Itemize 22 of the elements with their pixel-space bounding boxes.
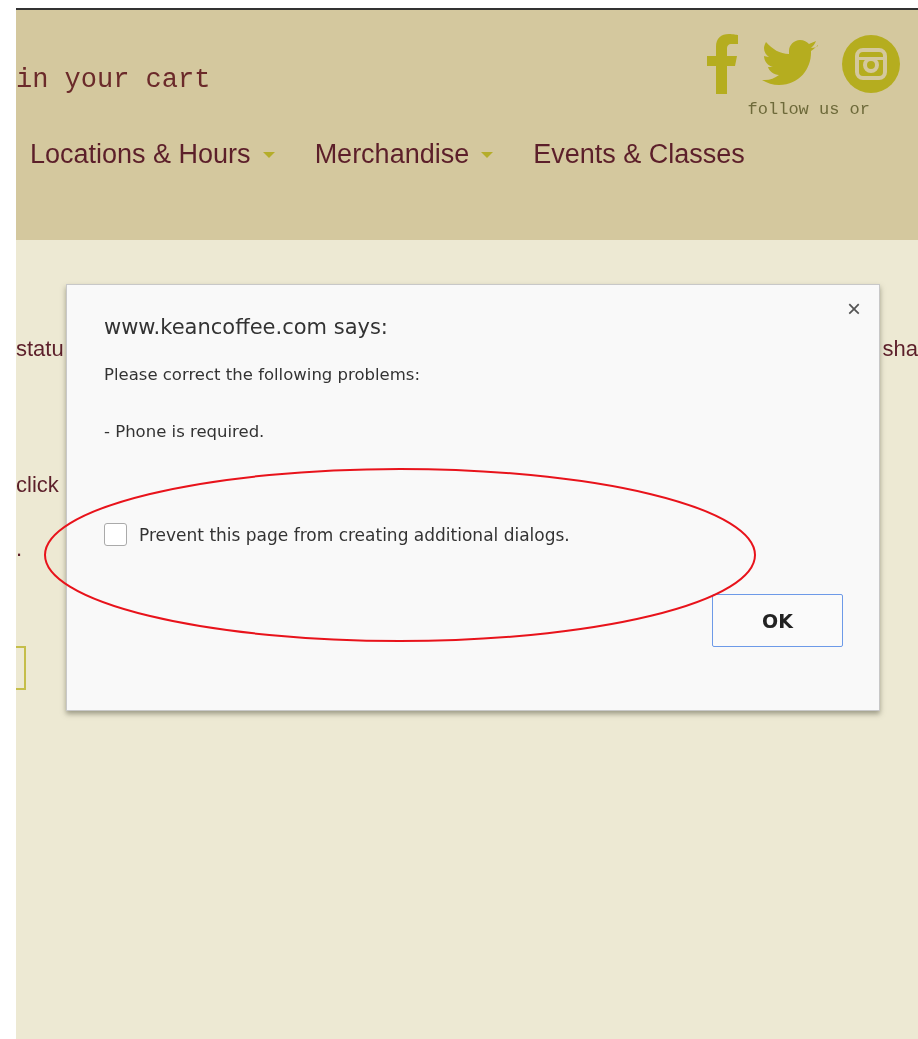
page-text: click bbox=[16, 472, 59, 497]
page-text: sha bbox=[882, 336, 918, 362]
dialog-title: www.keancoffee.com says: bbox=[104, 315, 389, 339]
checkbox[interactable] bbox=[104, 523, 127, 546]
dialog-message: - Phone is required. bbox=[104, 422, 266, 441]
follow-caption: follow us or bbox=[747, 100, 870, 119]
camera-icon[interactable] bbox=[842, 35, 900, 93]
page-text: . bbox=[16, 536, 23, 561]
cart-text[interactable]: in your cart bbox=[16, 62, 211, 98]
bird-icon[interactable] bbox=[762, 40, 818, 88]
nav-item[interactable]: Merchandise bbox=[314, 139, 494, 170]
caret-icon bbox=[262, 151, 275, 158]
close-button[interactable]: × bbox=[845, 297, 863, 321]
facebook-icon[interactable] bbox=[704, 34, 738, 94]
ok-button[interactable]: OK bbox=[712, 594, 843, 647]
nav-item[interactable]: Locations & Hours bbox=[30, 139, 275, 170]
page-text: statu bbox=[16, 336, 64, 362]
nav-item[interactable]: Events & Classes bbox=[533, 139, 745, 170]
dialog-message: Please correct the following problems: bbox=[104, 365, 421, 384]
caret-icon bbox=[481, 151, 494, 158]
checkbox-label[interactable]: Prevent this page from creating additional dialogs. bbox=[139, 524, 570, 545]
input-field[interactable] bbox=[16, 646, 26, 690]
